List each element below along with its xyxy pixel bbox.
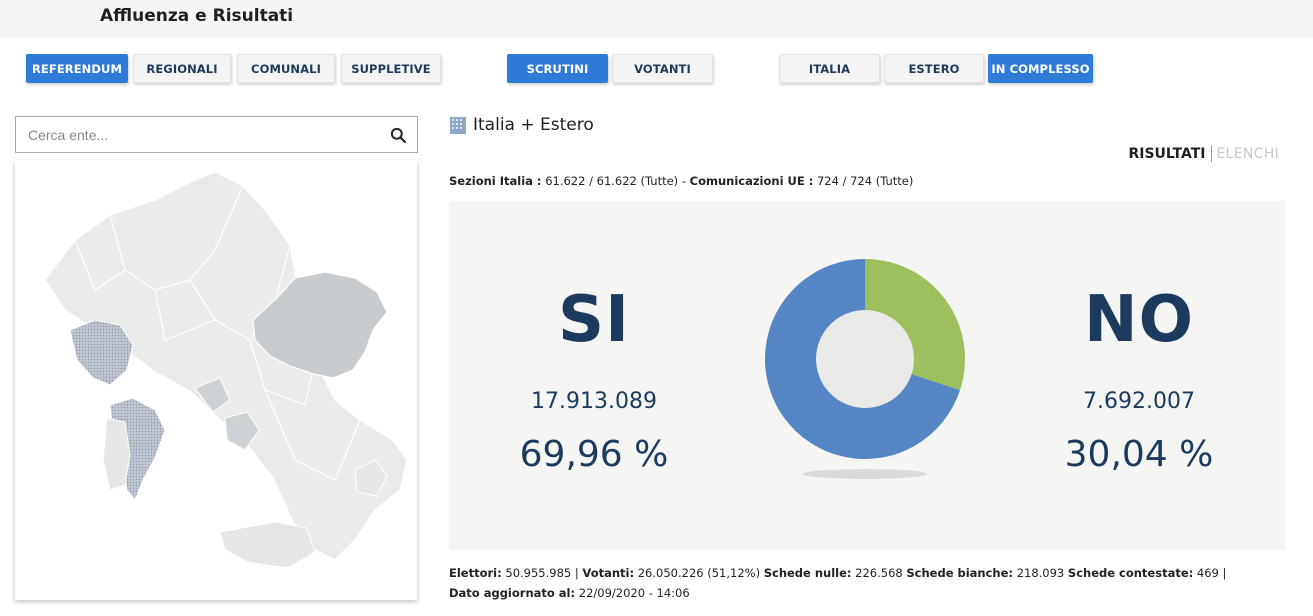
electors-value: 50.955.985 bbox=[505, 566, 572, 580]
search-box bbox=[15, 116, 418, 153]
tab-estero[interactable]: ESTERO bbox=[884, 54, 984, 83]
no-percentage: 30,04 % bbox=[1064, 434, 1214, 475]
sections-separator: - bbox=[681, 174, 686, 188]
tab-votanti[interactable]: VOTANTI bbox=[612, 54, 713, 83]
page-title: Affluenza e Risultati bbox=[100, 6, 294, 26]
donut-shadow bbox=[803, 469, 927, 479]
map-panel bbox=[15, 160, 417, 600]
result-title: Italia + Estero bbox=[449, 115, 594, 135]
results-donut-chart bbox=[765, 259, 965, 479]
contested-ballots-label: Schede contestate: bbox=[1067, 566, 1194, 580]
contested-ballots-value: 469 bbox=[1196, 566, 1219, 580]
toggle-lists[interactable]: ELENCHI bbox=[1212, 146, 1280, 162]
voters-label: Votanti: bbox=[582, 566, 635, 580]
no-label: NO bbox=[1084, 283, 1194, 357]
null-ballots-label: Schede nulle: bbox=[763, 566, 852, 580]
toggle-results[interactable]: RISULTATI bbox=[1128, 146, 1212, 162]
top-bar: Affluenza e Risultati bbox=[0, 0, 1313, 38]
view-toggle: RISULTATI ELENCHI bbox=[1128, 146, 1279, 162]
tab-suppletive[interactable]: SUPPLETIVE bbox=[341, 54, 441, 83]
sections-italy-label: Sezioni Italia : bbox=[449, 174, 542, 188]
blank-ballots-value: 218.093 bbox=[1016, 566, 1065, 580]
tab-regionali[interactable]: REGIONALI bbox=[133, 54, 231, 83]
tab-comunali[interactable]: COMUNALI bbox=[237, 54, 335, 83]
tab-scrutini[interactable]: SCRUTINI bbox=[507, 54, 608, 83]
result-box: SI 17.913.089 69,96 % NO 7.692.007 30,04… bbox=[449, 201, 1285, 550]
tab-referendum[interactable]: REFERENDUM bbox=[26, 54, 128, 83]
yes-count: 17.913.089 bbox=[531, 389, 657, 414]
footer-info: Elettori: 50.955.985 | Votanti: 26.050.2… bbox=[449, 566, 1227, 600]
map-region-america-nord[interactable] bbox=[69, 319, 134, 386]
tab-in-complesso[interactable]: IN COMPLESSO bbox=[988, 54, 1093, 83]
sections-italy-value: 61.622 / 61.622 (Tutte) bbox=[545, 174, 679, 188]
yes-label: SI bbox=[558, 283, 630, 357]
no-count: 7.692.007 bbox=[1083, 389, 1195, 414]
building-icon bbox=[450, 117, 466, 134]
updated-value: 22/09/2020 - 14:06 bbox=[578, 586, 690, 600]
null-ballots-value: 226.568 bbox=[855, 566, 903, 580]
world-map[interactable] bbox=[15, 160, 417, 600]
voters-value: 26.050.226 (51,12%) bbox=[637, 566, 761, 580]
sections-ue-label: Comunicazioni UE : bbox=[689, 174, 814, 188]
updated-label: Dato aggiornato al: bbox=[449, 586, 576, 600]
map-region-sicilia[interactable] bbox=[219, 521, 316, 569]
yes-percentage: 69,96 % bbox=[519, 434, 669, 475]
map-region-sardegna[interactable] bbox=[102, 417, 131, 491]
donut-hole bbox=[816, 310, 914, 408]
blank-ballots-label: Schede bianche: bbox=[906, 566, 1014, 580]
electors-label: Elettori: bbox=[449, 566, 502, 580]
result-title-text: Italia + Estero bbox=[473, 115, 594, 135]
tab-italia[interactable]: ITALIA bbox=[779, 54, 880, 83]
sections-info: Sezioni Italia : 61.622 / 61.622 (Tutte)… bbox=[449, 174, 913, 188]
search-icon[interactable] bbox=[390, 127, 407, 144]
sections-ue-value: 724 / 724 (Tutte) bbox=[816, 174, 914, 188]
search-input[interactable] bbox=[16, 117, 417, 152]
